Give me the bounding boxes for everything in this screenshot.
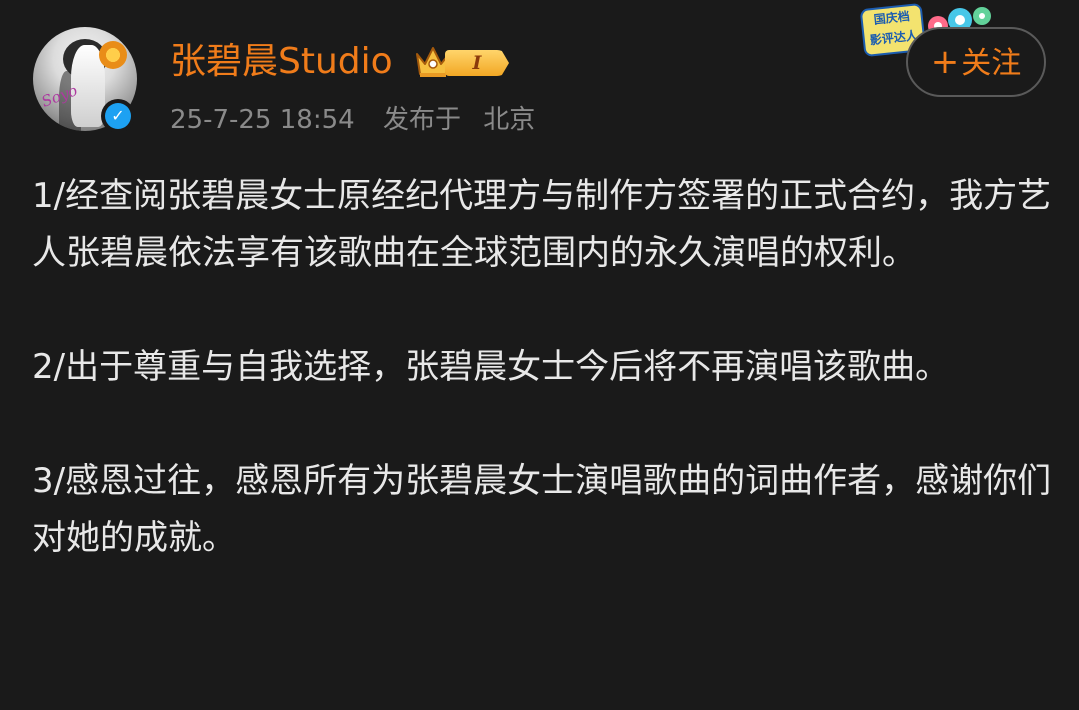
avatar-decoration-icon: [99, 41, 127, 69]
post-paragraph-1: 1/经查阅张碧晨女士原经纪代理方与制作方签署的正式合约，我方艺人张碧晨依法享有该…: [32, 176, 1052, 273]
post-content: 1/经查阅张碧晨女士原经纪代理方与制作方签署的正式合约，我方艺人张碧晨依法享有该…: [32, 168, 1052, 624]
post-paragraph-2: 2/出于尊重与自我选择，张碧晨女士今后将不再演唱该歌曲。: [32, 347, 950, 387]
post-timestamp: 25-7-25 18:54: [170, 105, 355, 135]
follow-button[interactable]: +关注: [906, 27, 1046, 97]
username[interactable]: 张碧晨Studio: [170, 38, 393, 86]
post-header: Soyo ✓ 张碧晨Studio I 25-7-25 18:54 发布于 北京 …: [0, 0, 1079, 150]
post-location: 北京: [483, 105, 536, 135]
verified-icon: ✓: [101, 99, 135, 133]
level-label: I: [445, 50, 509, 76]
post-paragraph-3: 3/感恩过往，感恩所有为张碧晨女士演唱歌曲的词曲作者，感谢你们对她的成就。: [32, 461, 1052, 558]
plus-icon: +: [930, 42, 960, 82]
follow-label: 关注: [961, 46, 1022, 81]
level-badge[interactable]: I: [413, 42, 513, 82]
published-label: 发布于: [382, 105, 461, 135]
post-meta: 25-7-25 18:54 发布于 北京: [170, 100, 555, 140]
